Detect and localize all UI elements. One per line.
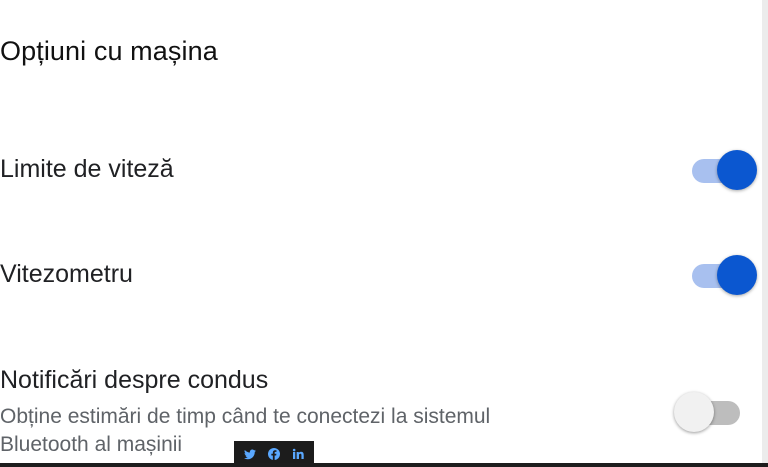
setting-subtitle-line-1: Obține estimări de timp când te conectez…: [0, 405, 491, 428]
driving-notifications-toggle[interactable]: [674, 390, 742, 434]
toggle-thumb: [717, 150, 757, 190]
toggle-thumb: [717, 255, 757, 295]
setting-title-driving-notifications: Notificări despre condus: [0, 366, 269, 394]
section-title: Opțiuni cu mașina: [0, 36, 218, 66]
facebook-icon[interactable]: [266, 446, 282, 462]
linkedin-icon[interactable]: [290, 446, 306, 462]
settings-page: Opțiuni cu mașina Limite de viteză Vitez…: [0, 0, 768, 467]
speedometer-toggle[interactable]: [690, 253, 758, 297]
toggle-thumb: [674, 392, 714, 432]
speed-limits-toggle[interactable]: [690, 148, 758, 192]
scroll-edge: [762, 0, 768, 467]
setting-title-speed-limits: Limite de viteză: [0, 155, 174, 183]
bottom-border: [0, 463, 768, 467]
setting-title-speedometer: Vitezometru: [0, 260, 133, 288]
twitter-icon[interactable]: [242, 446, 258, 462]
